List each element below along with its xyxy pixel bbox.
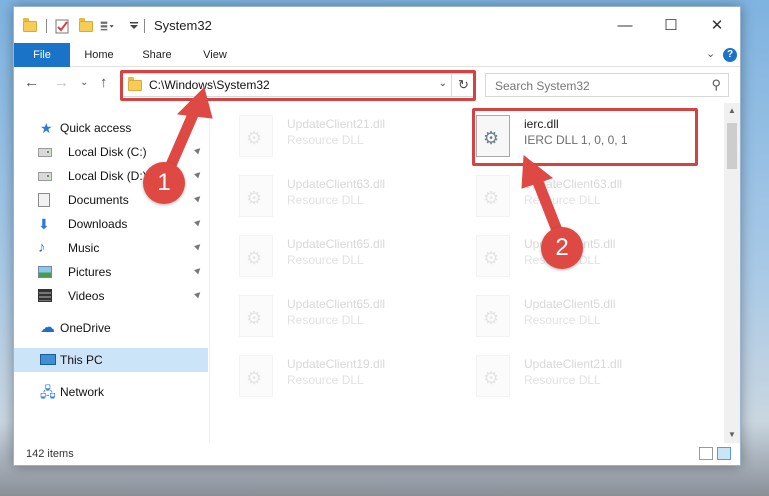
step-2-badge: 2 [541,227,583,269]
arrow-1 [162,87,213,178]
arrow-2 [521,155,566,244]
callout-arrows [162,87,566,244]
step-1-badge: 1 [143,162,185,204]
